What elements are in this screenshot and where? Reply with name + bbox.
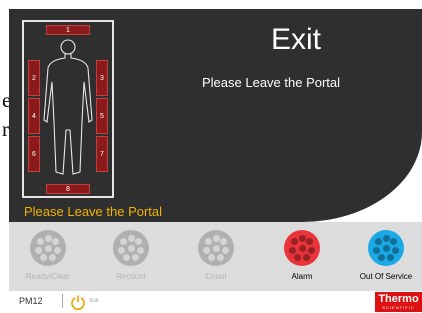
- indicator-dot: [288, 246, 296, 254]
- indicator-alarm[interactable]: Alarm: [272, 230, 332, 281]
- detector-1[interactable]: 1: [46, 25, 90, 35]
- indicator-dot: [212, 234, 220, 242]
- indicator-dot: [202, 246, 210, 254]
- page-subtitle: Please Leave the Portal: [202, 75, 341, 90]
- indicator-dot: [308, 246, 316, 254]
- indicator-recount[interactable]: Recount: [101, 230, 161, 281]
- detector-4[interactable]: 4: [28, 98, 40, 134]
- indicator-dot: [298, 234, 306, 242]
- indicator-dot: [382, 234, 390, 242]
- alarm-icon: [284, 230, 320, 266]
- indicator-dot: [382, 244, 390, 252]
- main-panel: 1 2 3 4 5 6 7 8 Exit Please Leave the Po…: [9, 9, 422, 222]
- indicator-dot: [54, 246, 62, 254]
- indicator-dot: [374, 238, 382, 246]
- indicator-dot: [298, 244, 306, 252]
- indicator-dot: [220, 238, 228, 246]
- indicator-dot: [135, 238, 143, 246]
- indicator-dot: [378, 253, 386, 261]
- indicator-ready-clear[interactable]: Ready/Clear: [18, 230, 78, 281]
- detector-6[interactable]: 6: [28, 136, 40, 172]
- indicator-dot: [119, 238, 127, 246]
- out-of-service-icon: [368, 230, 404, 266]
- power-icon[interactable]: [70, 294, 86, 310]
- indicator-count[interactable]: Count: [186, 230, 246, 281]
- indicator-dot: [123, 253, 131, 261]
- indicator-dot: [204, 238, 212, 246]
- indicator-dot: [52, 238, 60, 246]
- indicator-dot: [208, 253, 216, 261]
- indicator-dot: [34, 246, 42, 254]
- indicator-dot: [36, 238, 44, 246]
- indicator-label: Alarm: [291, 272, 313, 281]
- indicator-dot: [44, 244, 52, 252]
- device-id: PM12: [19, 296, 43, 306]
- indicator-dot: [390, 238, 398, 246]
- indicator-dot: [216, 253, 224, 261]
- indicator-dot: [222, 246, 230, 254]
- separator: [62, 294, 63, 308]
- detector-5[interactable]: 5: [96, 98, 108, 134]
- indicator-dot: [44, 234, 52, 242]
- status-message: Please Leave the Portal: [24, 204, 163, 219]
- recount-icon: [113, 230, 149, 266]
- indicator-dot: [137, 246, 145, 254]
- indicator-dot: [48, 253, 56, 261]
- exit-link[interactable]: Exit: [90, 298, 98, 304]
- ready-clear-icon: [30, 230, 66, 266]
- brand-logo: Thermo SCIENTIFIC: [375, 292, 422, 312]
- stray-text-2: r: [2, 117, 9, 141]
- status-bar: PM12 Exit Thermo SCIENTIFIC: [9, 291, 422, 313]
- body-diagram-panel: 1 2 3 4 5 6 7 8: [22, 20, 114, 198]
- indicator-dot: [290, 238, 298, 246]
- indicator-dot: [131, 253, 139, 261]
- indicator-dot: [294, 253, 302, 261]
- detector-8[interactable]: 8: [46, 184, 90, 194]
- indicator-dot: [386, 253, 394, 261]
- indicator-label: Recount: [116, 272, 146, 281]
- detector-2[interactable]: 2: [28, 60, 40, 96]
- indicator-dot: [212, 244, 220, 252]
- indicator-dot: [127, 234, 135, 242]
- indicator-dot: [302, 253, 310, 261]
- indicator-label: Count: [205, 272, 227, 281]
- detector-7[interactable]: 7: [96, 136, 108, 172]
- indicator-dot: [40, 253, 48, 261]
- count-icon: [198, 230, 234, 266]
- indicator-label: Ready/Clear: [25, 272, 71, 281]
- detector-3[interactable]: 3: [96, 60, 108, 96]
- page-title: Exit: [271, 23, 322, 56]
- indicator-dot: [306, 238, 314, 246]
- indicator-dot: [117, 246, 125, 254]
- indicator-label: Out Of Service: [359, 272, 413, 281]
- indicator-dot: [127, 244, 135, 252]
- indicator-dot: [372, 246, 380, 254]
- indicator-out-of-service[interactable]: Out Of Service: [356, 230, 416, 281]
- indicator-dot: [392, 246, 400, 254]
